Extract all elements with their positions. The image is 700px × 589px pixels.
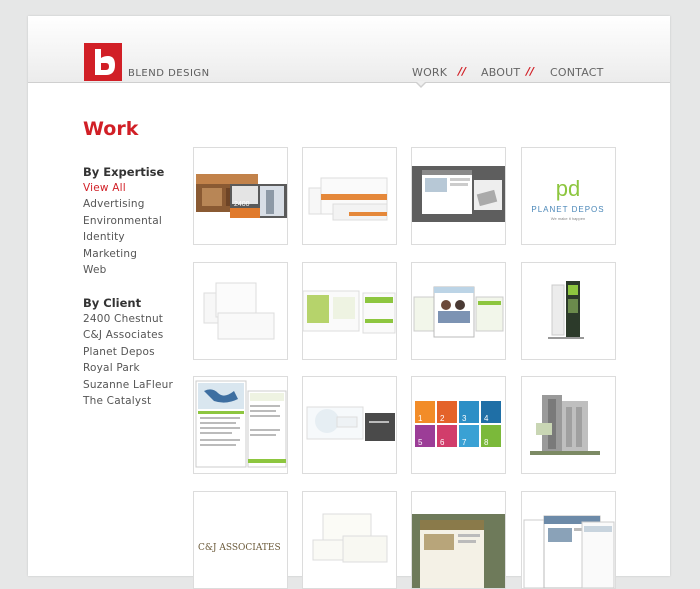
nav-contact[interactable]: CONTACT — [550, 66, 604, 79]
portfolio-thumb[interactable] — [302, 376, 397, 474]
portfolio-thumb[interactable] — [411, 491, 506, 589]
portfolio-thumb[interactable]: 2400 — [193, 147, 288, 245]
portfolio-thumb[interactable] — [193, 262, 288, 360]
client-suzanne-lafleur[interactable]: Suzanne LaFleur — [83, 379, 173, 391]
color-tile-number: 7 — [462, 438, 467, 447]
portfolio-thumb[interactable] — [302, 262, 397, 360]
portfolio-thumb[interactable] — [302, 491, 397, 589]
client-royal-park[interactable]: Royal Park — [83, 362, 140, 374]
nav-about[interactable]: ABOUT — [481, 66, 520, 79]
nav-active-pointer — [415, 81, 427, 88]
expertise-heading: By Expertise — [83, 165, 165, 179]
color-tile-number: 3 — [462, 414, 467, 423]
planet-depos-name: PLANET DEPOS — [531, 205, 604, 214]
portfolio-thumb[interactable] — [521, 262, 616, 360]
page-canvas: BLEND DESIGN WORK // ABOUT // CONTACT Wo… — [28, 16, 670, 589]
filter-environmental[interactable]: Environmental — [83, 215, 162, 227]
nav-separator: // — [526, 65, 535, 78]
client-2400-chestnut[interactable]: 2400 Chestnut — [83, 313, 163, 325]
thumb-caption-2400: 2400 — [234, 201, 250, 208]
filter-identity[interactable]: Identity — [83, 231, 125, 243]
client-cj-associates[interactable]: C&J Associates — [83, 329, 163, 341]
filter-view-all[interactable]: View All — [83, 182, 126, 194]
filter-marketing[interactable]: Marketing — [83, 248, 137, 260]
portfolio-thumb[interactable]: 1 2 3 4 5 6 7 8 — [411, 376, 506, 474]
color-tile-number: 8 — [484, 438, 489, 447]
portfolio-thumb[interactable] — [302, 147, 397, 245]
portfolio-thumb[interactable] — [411, 262, 506, 360]
client-the-catalyst[interactable]: The Catalyst — [83, 395, 151, 407]
color-tile-number: 6 — [440, 438, 445, 447]
portfolio-thumb[interactable] — [411, 147, 506, 245]
color-tile-number: 1 — [418, 414, 423, 423]
client-planet-depos[interactable]: Planet Depos — [83, 346, 155, 358]
portfolio-thumb[interactable]: C&J ASSOCIATES — [193, 491, 288, 589]
portfolio-thumb[interactable] — [521, 376, 616, 474]
page-title: Work — [83, 118, 139, 140]
nav-separator: // — [458, 65, 467, 78]
filter-web[interactable]: Web — [83, 264, 107, 276]
planet-depos-tagline: We make it happen — [551, 216, 585, 221]
portfolio-thumb[interactable]: pd PLANET DEPOS We make it happen — [521, 147, 616, 245]
client-heading: By Client — [83, 296, 142, 310]
filter-advertising[interactable]: Advertising — [83, 198, 145, 210]
portfolio-thumb[interactable] — [521, 491, 616, 589]
color-tile-number: 2 — [440, 414, 445, 423]
nav-work[interactable]: WORK — [412, 66, 447, 79]
brand-name[interactable]: BLEND DESIGN — [128, 68, 210, 79]
portfolio-thumb[interactable] — [193, 376, 288, 474]
planet-depos-logo: pd — [556, 176, 580, 201]
brand-logo[interactable] — [84, 43, 122, 81]
color-tile-number: 5 — [418, 438, 423, 447]
color-tile-number: 4 — [484, 414, 489, 423]
cj-associates-logo: C&J ASSOCIATES — [198, 543, 281, 553]
